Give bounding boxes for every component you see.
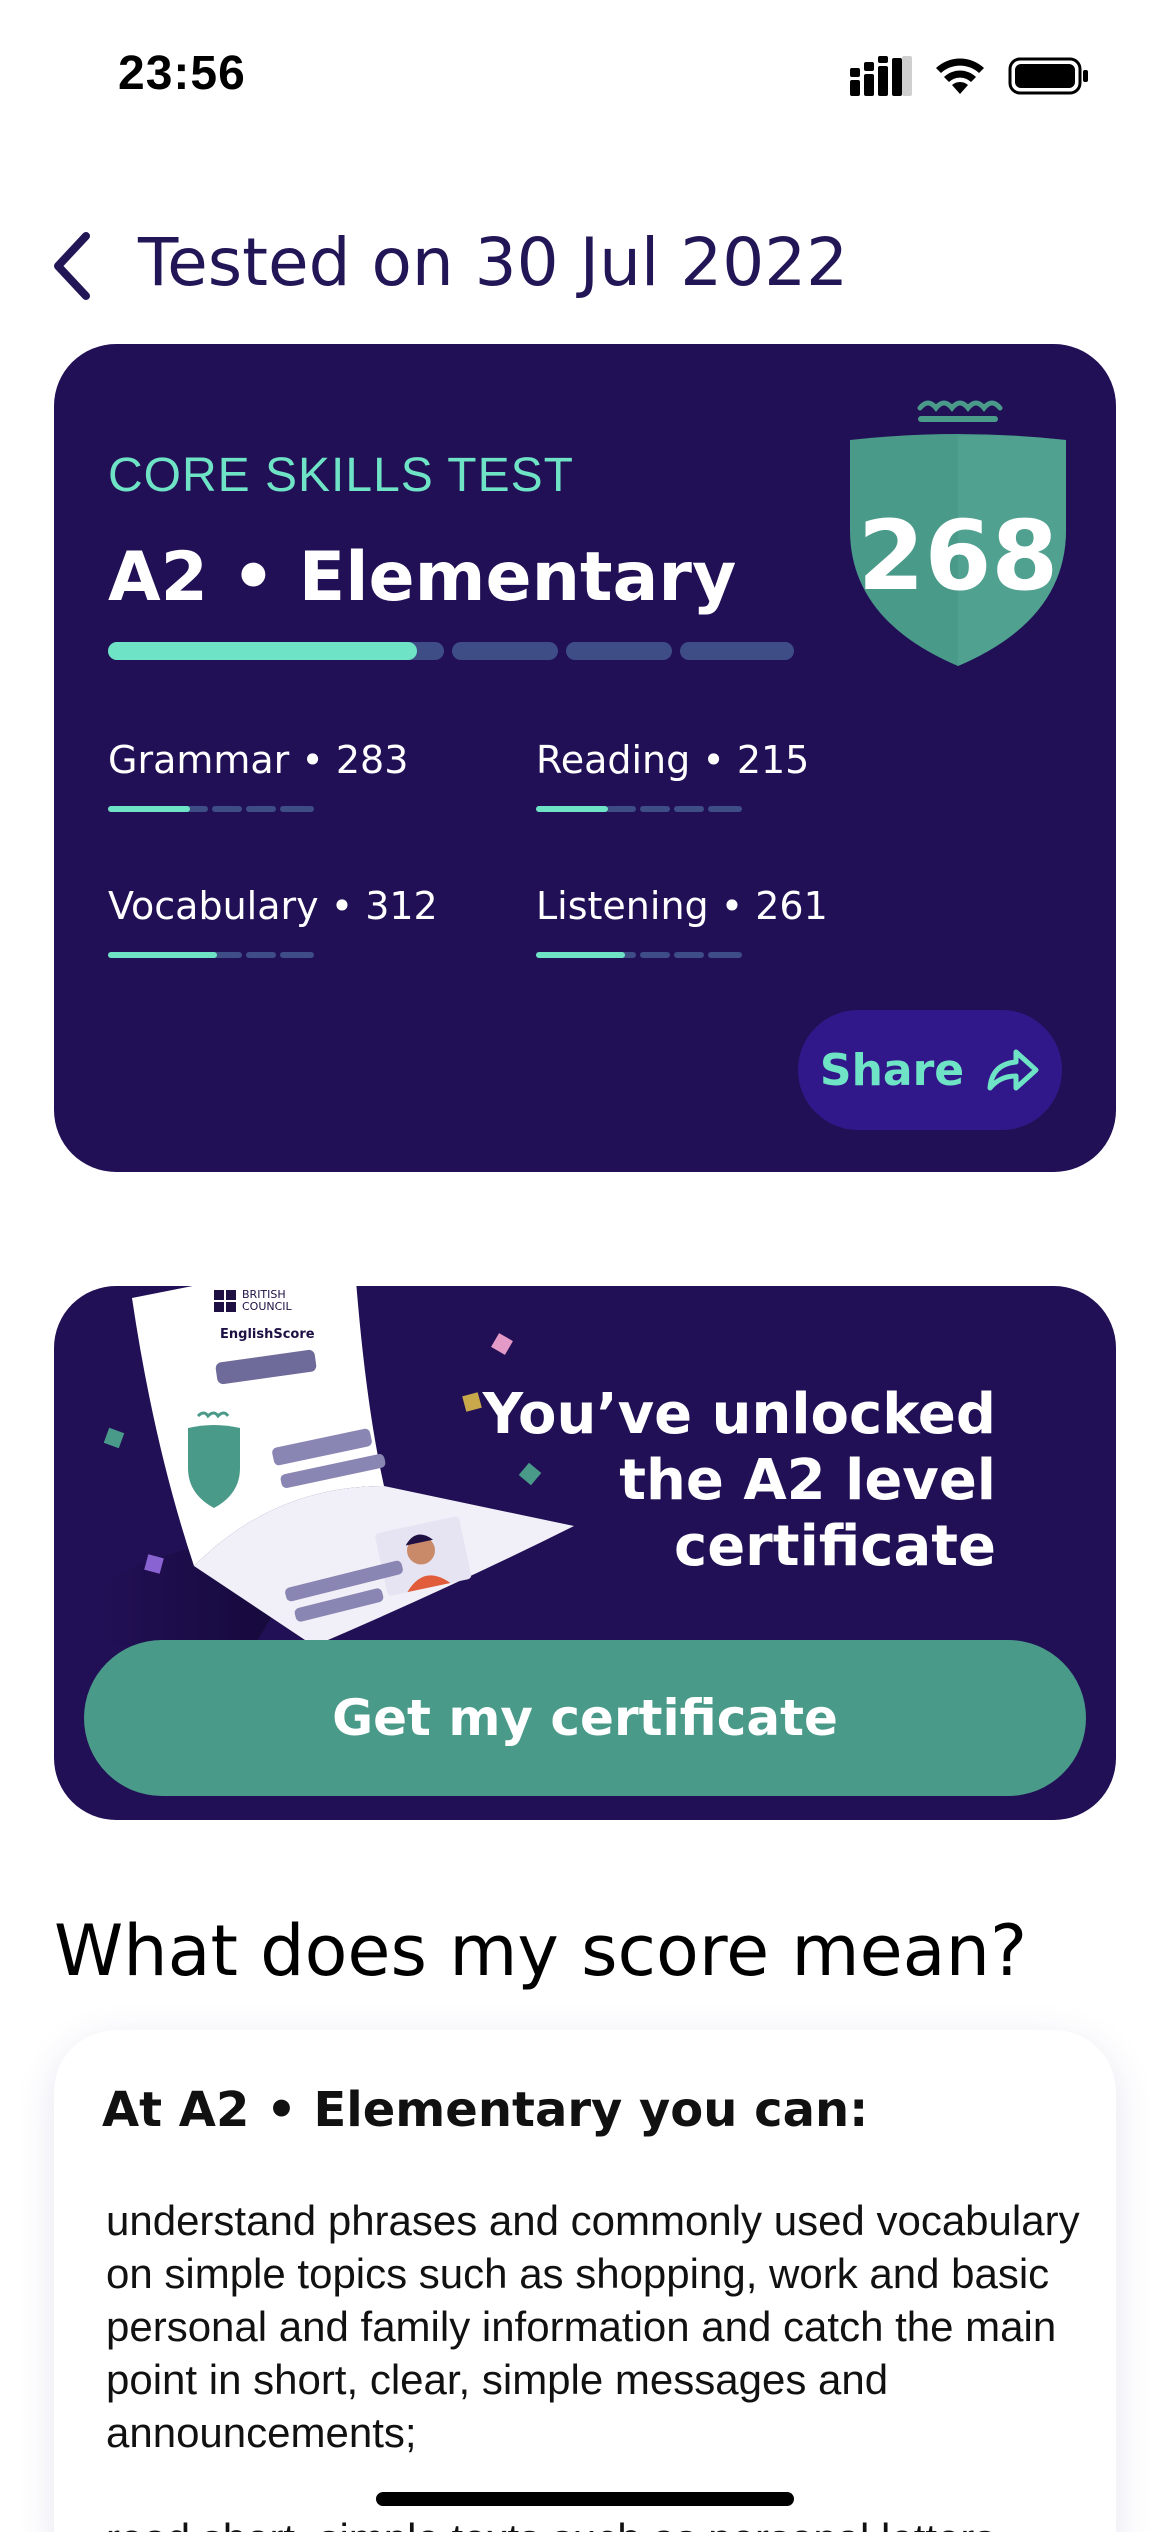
skill-label: Grammar • 283 <box>108 738 409 782</box>
skill-listening: Listening • 261 <box>536 884 886 958</box>
meaning-paragraph: read short, simple texts such as persona… <box>106 2512 1086 2532</box>
skill-progress-segment <box>708 952 742 958</box>
skill-progress-bar <box>536 806 878 812</box>
org-name-line2: COUNCIL <box>242 1300 293 1313</box>
score-meaning-heading: What does my score mean? <box>54 1910 1028 1992</box>
skill-label: Vocabulary • 312 <box>108 884 438 928</box>
wifi-icon <box>936 58 984 94</box>
certificate-message-line: certificate <box>674 1514 996 1579</box>
get-certificate-button[interactable]: Get my certificate <box>84 1640 1086 1796</box>
certificate-message: You’ve unlocked the A2 level certificate <box>436 1382 996 1580</box>
progress-segment <box>680 642 794 660</box>
skill-progress-segment <box>640 952 670 958</box>
chevron-left-icon <box>54 232 90 300</box>
skill-label: Listening • 261 <box>536 884 828 928</box>
overall-progress-bar <box>108 642 794 660</box>
skill-progress-bar <box>108 806 450 812</box>
product-name: EnglishScore <box>220 1327 315 1342</box>
test-name-label: CORE SKILLS TEST <box>108 449 574 502</box>
skill-progress-segment <box>606 806 636 812</box>
skill-vocabulary: Vocabulary • 312 <box>108 884 458 958</box>
level-title: A2 • Elementary <box>108 538 737 617</box>
skill-progress-fill <box>108 806 190 812</box>
overall-score: 268 <box>857 500 1059 612</box>
skill-progress-segment <box>246 952 276 958</box>
battery-icon <box>1008 57 1088 95</box>
certificate-message-line: the A2 level <box>619 1448 996 1513</box>
share-arrow-icon <box>987 1049 1039 1091</box>
score-card: CORE SKILLS TEST A2 • Elementary 268 Gra… <box>54 344 1116 1172</box>
skill-progress-segment <box>708 806 742 812</box>
header: Tested on 30 Jul 2022 <box>0 220 1170 310</box>
share-button[interactable]: Share <box>798 1010 1062 1130</box>
status-bar: 23:56 <box>0 0 1170 150</box>
certificate-card: BRITISH COUNCIL EnglishScore You’ve unlo… <box>54 1254 1116 1820</box>
share-label: Share <box>819 1044 965 1096</box>
status-time: 23:56 <box>118 47 246 100</box>
progress-segment <box>566 642 672 660</box>
skill-progress-segment <box>280 806 314 812</box>
meaning-paragraph: understand phrases and commonly used voc… <box>106 2197 1080 2456</box>
skill-progress-segment <box>674 806 704 812</box>
skill-progress-bar <box>536 952 878 958</box>
skill-progress-segment <box>640 806 670 812</box>
page-title: Tested on 30 Jul 2022 <box>138 224 849 301</box>
meaning-card-title: At A2 • Elementary you can: <box>102 2082 869 2138</box>
score-shield: 268 <box>850 390 1066 670</box>
status-icons <box>850 56 1090 96</box>
skill-progress-segment <box>674 952 704 958</box>
get-certificate-label: Get my certificate <box>332 1689 838 1747</box>
skill-progress-fill <box>108 952 217 958</box>
score-meaning-card: At A2 • Elementary you can: understand p… <box>54 2030 1116 2532</box>
skill-progress-fill <box>536 806 608 812</box>
skill-progress-bar <box>108 952 450 958</box>
home-indicator <box>376 2492 794 2506</box>
overall-progress-fill <box>108 642 417 660</box>
certificate-message-line: You’ve unlocked <box>482 1382 996 1447</box>
skill-progress-segment <box>280 952 314 958</box>
back-button[interactable] <box>42 226 102 306</box>
skill-label: Reading • 215 <box>536 738 810 782</box>
skill-grammar: Grammar • 283 <box>108 738 458 812</box>
progress-segment <box>452 642 558 660</box>
skill-reading: Reading • 215 <box>536 738 886 812</box>
skill-progress-fill <box>536 952 625 958</box>
signal-icon <box>850 56 912 96</box>
skill-progress-segment <box>246 806 276 812</box>
skill-progress-segment <box>212 806 242 812</box>
